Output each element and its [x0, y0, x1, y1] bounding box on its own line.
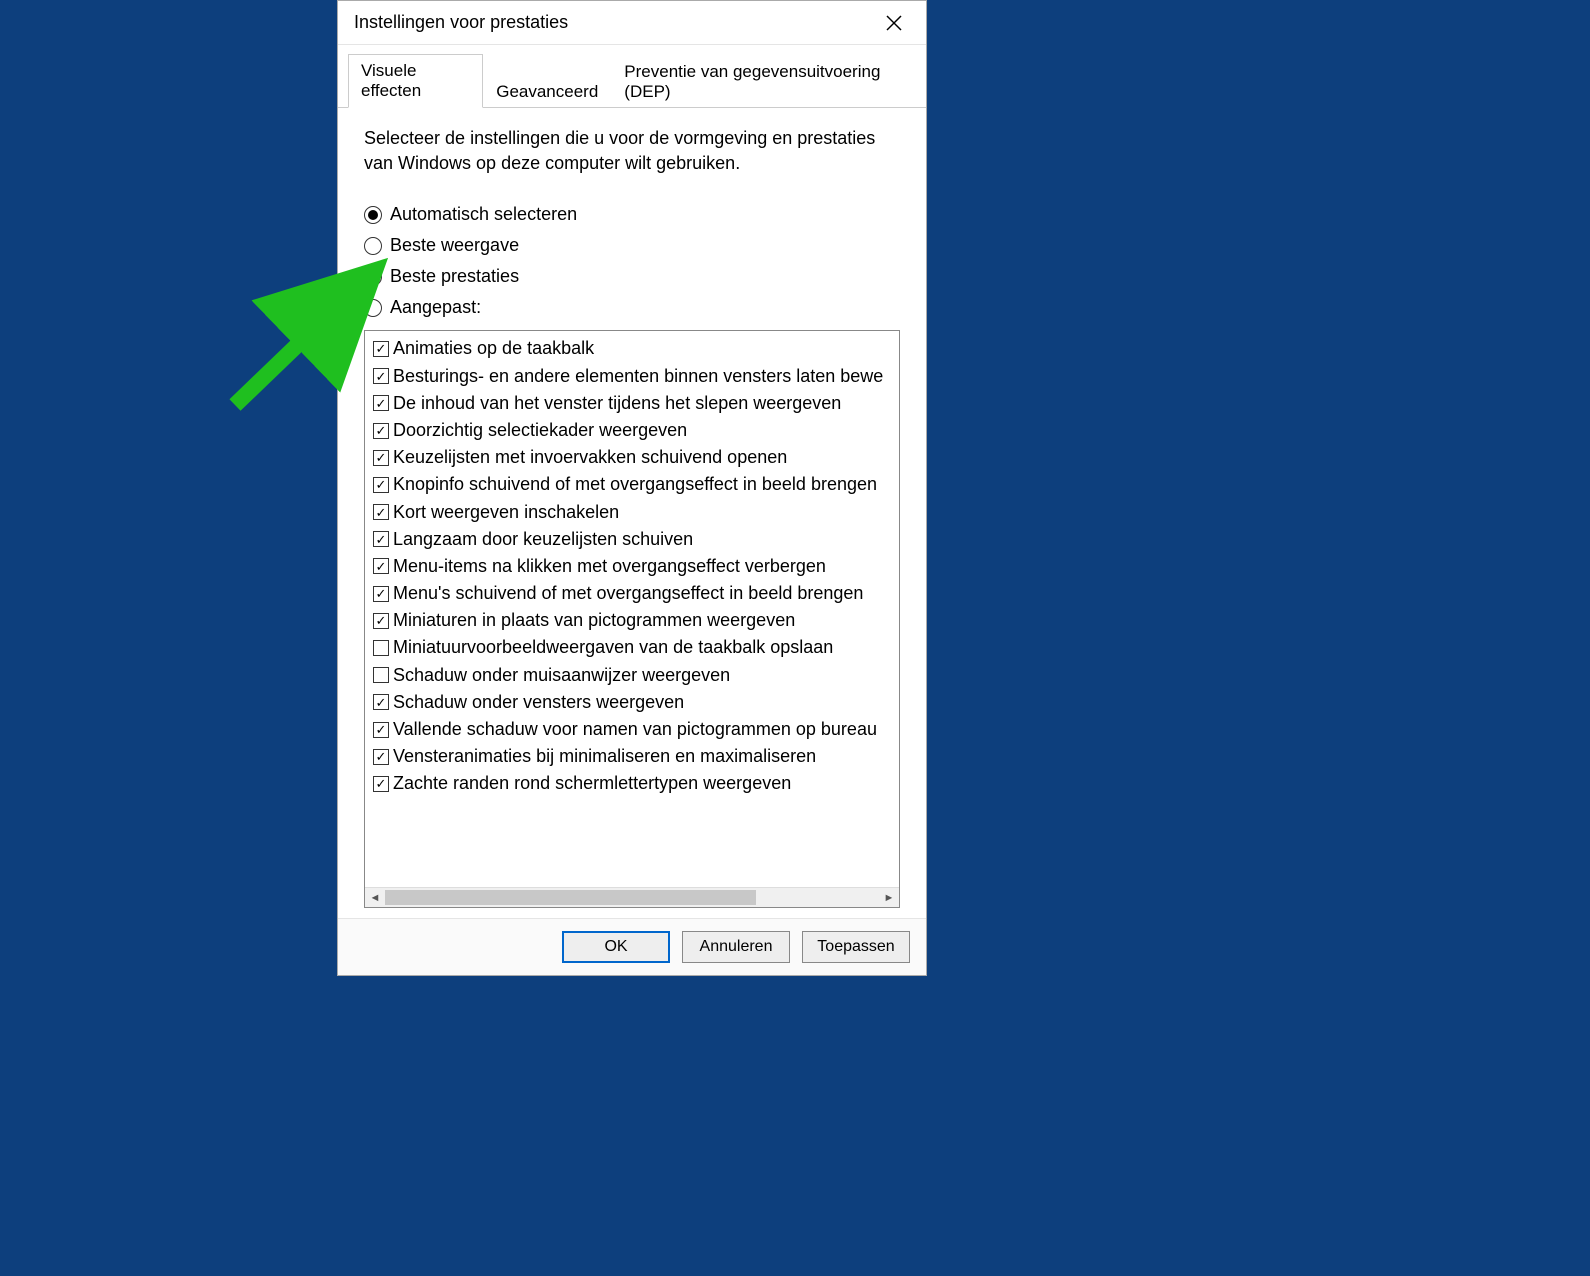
checkbox-item[interactable]: Knopinfo schuivend of met overgangseffec…	[367, 471, 897, 498]
checkbox-item[interactable]: Menu-items na klikken met overgangseffec…	[367, 553, 897, 580]
checkbox-icon	[373, 368, 389, 384]
tab-advanced[interactable]: Geavanceerd	[483, 75, 611, 108]
checkbox-list-container: Animaties op de taakbalk Besturings- en a…	[364, 330, 900, 908]
checkbox-item[interactable]: Vensteranimaties bij minimaliseren en ma…	[367, 743, 897, 770]
ok-button[interactable]: OK	[562, 931, 670, 963]
checkbox-icon	[373, 395, 389, 411]
radio-label: Aangepast:	[390, 297, 481, 318]
checkbox-item[interactable]: Miniaturen in plaats van pictogrammen we…	[367, 607, 897, 634]
checkbox-item[interactable]: Langzaam door keuzelijsten schuiven	[367, 526, 897, 553]
checkbox-item[interactable]: Schaduw onder vensters weergeven	[367, 689, 897, 716]
checkbox-icon	[373, 749, 389, 765]
radio-icon	[364, 299, 382, 317]
radio-label: Automatisch selecteren	[390, 204, 577, 225]
checkbox-icon	[373, 504, 389, 520]
scroll-track[interactable]	[385, 888, 879, 907]
checkbox-label: Miniaturen in plaats van pictogrammen we…	[393, 608, 795, 633]
checkbox-item[interactable]: Kort weergeven inschakelen	[367, 499, 897, 526]
radio-auto-select[interactable]: Automatisch selecteren	[364, 204, 900, 225]
checkbox-item[interactable]: Besturings- en andere elementen binnen v…	[367, 363, 897, 390]
window-title: Instellingen voor prestaties	[354, 12, 568, 33]
close-icon	[886, 15, 902, 31]
radio-custom[interactable]: Aangepast:	[364, 297, 900, 318]
checkbox-label: Vallende schaduw voor namen van pictogra…	[393, 717, 877, 742]
button-row: OK Annuleren Toepassen	[338, 918, 926, 975]
checkbox-label: Miniatuurvoorbeeldweergaven van de taakb…	[393, 635, 833, 660]
description-text: Selecteer de instellingen die u voor de …	[364, 126, 900, 176]
checkbox-label: Menu's schuivend of met overgangseffect …	[393, 581, 863, 606]
checkbox-icon	[373, 776, 389, 792]
checkbox-list[interactable]: Animaties op de taakbalk Besturings- en a…	[365, 331, 899, 887]
checkbox-icon	[373, 722, 389, 738]
checkbox-icon	[373, 694, 389, 710]
checkbox-label: Langzaam door keuzelijsten schuiven	[393, 527, 693, 552]
cancel-button[interactable]: Annuleren	[682, 931, 790, 963]
tab-visual-effects[interactable]: Visuele effecten	[348, 54, 483, 108]
horizontal-scrollbar[interactable]: ◄ ►	[365, 887, 899, 907]
checkbox-item[interactable]: Menu's schuivend of met overgangseffect …	[367, 580, 897, 607]
checkbox-item[interactable]: Schaduw onder muisaanwijzer weergeven	[367, 662, 897, 689]
checkbox-icon	[373, 531, 389, 547]
scroll-thumb[interactable]	[385, 890, 756, 905]
checkbox-label: Menu-items na klikken met overgangseffec…	[393, 554, 826, 579]
tab-content: Selecteer de instellingen die u voor de …	[338, 108, 926, 918]
scroll-right-button[interactable]: ►	[879, 888, 899, 907]
radio-best-performance[interactable]: Beste prestaties	[364, 266, 900, 287]
radio-icon	[364, 237, 382, 255]
checkbox-icon	[373, 477, 389, 493]
tab-row: Visuele effecten Geavanceerd Preventie v…	[338, 45, 926, 108]
checkbox-label: Besturings- en andere elementen binnen v…	[393, 364, 883, 389]
checkbox-label: Zachte randen rond schermlettertypen wee…	[393, 771, 791, 796]
checkbox-icon	[373, 341, 389, 357]
checkbox-icon	[373, 423, 389, 439]
checkbox-label: De inhoud van het venster tijdens het sl…	[393, 391, 841, 416]
checkbox-icon	[373, 586, 389, 602]
checkbox-item[interactable]: Keuzelijsten met invoervakken schuivend …	[367, 444, 897, 471]
checkbox-item[interactable]: Doorzichtig selectiekader weergeven	[367, 417, 897, 444]
tab-dep[interactable]: Preventie van gegevensuitvoering (DEP)	[611, 55, 916, 108]
checkbox-item[interactable]: Zachte randen rond schermlettertypen wee…	[367, 770, 897, 797]
checkbox-label: Keuzelijsten met invoervakken schuivend …	[393, 445, 787, 470]
checkbox-label: Vensteranimaties bij minimaliseren en ma…	[393, 744, 816, 769]
apply-button[interactable]: Toepassen	[802, 931, 910, 963]
radio-label: Beste weergave	[390, 235, 519, 256]
checkbox-item[interactable]: Animaties op de taakbalk	[367, 335, 897, 362]
radio-icon	[364, 206, 382, 224]
radio-icon	[364, 268, 382, 286]
checkbox-item[interactable]: Vallende schaduw voor namen van pictogra…	[367, 716, 897, 743]
checkbox-icon	[373, 450, 389, 466]
radio-best-appearance[interactable]: Beste weergave	[364, 235, 900, 256]
checkbox-item[interactable]: Miniatuurvoorbeeldweergaven van de taakb…	[367, 634, 897, 661]
radio-label: Beste prestaties	[390, 266, 519, 287]
checkbox-icon	[373, 558, 389, 574]
titlebar: Instellingen voor prestaties	[338, 1, 926, 45]
checkbox-icon	[373, 667, 389, 683]
performance-settings-dialog: Instellingen voor prestaties Visuele eff…	[337, 0, 927, 976]
checkbox-label: Schaduw onder vensters weergeven	[393, 690, 684, 715]
checkbox-item[interactable]: De inhoud van het venster tijdens het sl…	[367, 390, 897, 417]
radio-group: Automatisch selecteren Beste weergave Be…	[364, 204, 900, 318]
checkbox-label: Doorzichtig selectiekader weergeven	[393, 418, 687, 443]
close-button[interactable]	[874, 3, 914, 43]
checkbox-label: Knopinfo schuivend of met overgangseffec…	[393, 472, 877, 497]
checkbox-label: Animaties op de taakbalk	[393, 336, 594, 361]
checkbox-label: Schaduw onder muisaanwijzer weergeven	[393, 663, 730, 688]
checkbox-label: Kort weergeven inschakelen	[393, 500, 619, 525]
scroll-left-button[interactable]: ◄	[365, 888, 385, 907]
checkbox-icon	[373, 613, 389, 629]
checkbox-icon	[373, 640, 389, 656]
